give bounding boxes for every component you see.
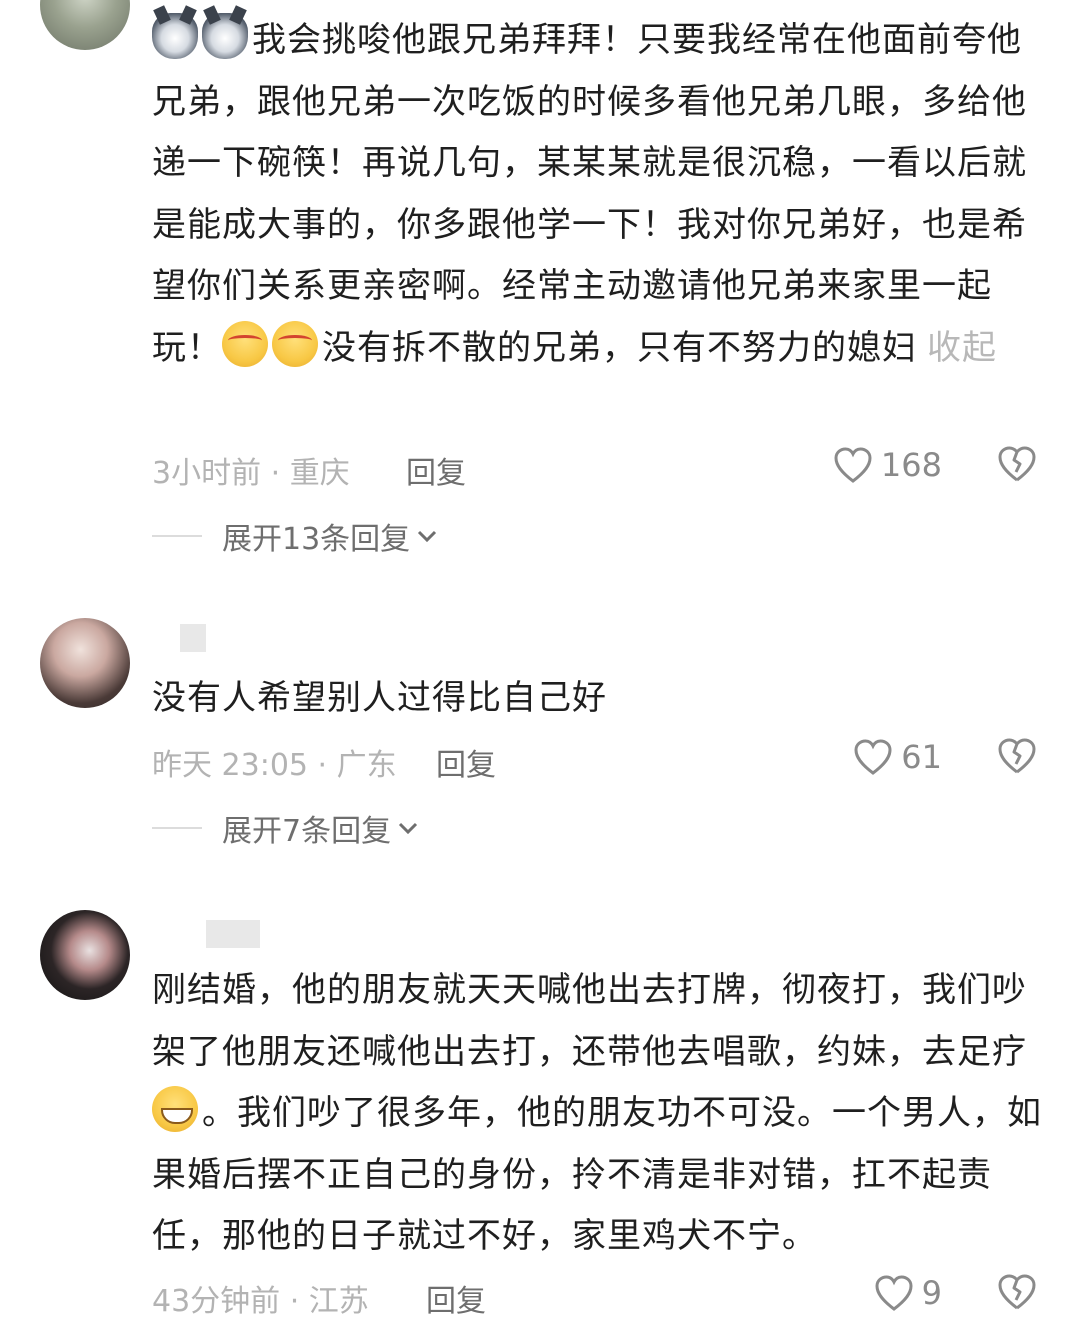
dislike-button[interactable] bbox=[996, 736, 1038, 784]
comment-text: 刚结婚，他的朋友就天天喊他出去打牌，彻夜打，我们吵架了他朋友还喊他出去打，还带他… bbox=[152, 970, 1042, 1256]
like-count: 168 bbox=[880, 446, 942, 484]
comment-meta: 昨天 23:05 · 广东 回复 61 bbox=[152, 738, 1042, 783]
comment-text: 没有人希望别人过得比自己好 bbox=[152, 678, 607, 718]
expand-label: 展开7条回复 bbox=[222, 814, 392, 849]
chevron-down-icon bbox=[399, 822, 418, 835]
reply-button[interactable]: 回复 bbox=[426, 1276, 486, 1320]
reply-button[interactable]: 回复 bbox=[436, 740, 496, 784]
shy-emoji-icon bbox=[222, 320, 268, 367]
username-redacted bbox=[206, 920, 260, 948]
heart-icon bbox=[834, 447, 872, 483]
dislike-button[interactable] bbox=[996, 444, 1038, 492]
heart-icon bbox=[875, 1275, 913, 1311]
comment-meta: 43分钟前 · 江苏 回复 9 bbox=[152, 1274, 1042, 1319]
dog-emoji-icon bbox=[202, 13, 248, 59]
like-count: 61 bbox=[901, 738, 942, 776]
dog-emoji-icon bbox=[152, 13, 198, 59]
collapse-link[interactable]: 收起 bbox=[927, 328, 997, 368]
expand-label: 展开13条回复 bbox=[222, 522, 411, 557]
divider bbox=[152, 827, 202, 829]
dislike-button[interactable] bbox=[996, 1272, 1038, 1320]
expand-replies[interactable]: 展开7条回复 bbox=[152, 808, 419, 849]
time-location: 43分钟前 · 江苏 bbox=[152, 1284, 369, 1319]
broken-heart-icon bbox=[998, 1274, 1036, 1310]
avatar[interactable] bbox=[40, 618, 130, 708]
expand-replies[interactable]: 展开13条回复 bbox=[152, 516, 438, 557]
avatar[interactable] bbox=[40, 910, 130, 1000]
reply-button[interactable]: 回复 bbox=[406, 448, 466, 492]
like-count: 9 bbox=[921, 1274, 942, 1312]
username-redacted bbox=[180, 624, 206, 652]
comment-text: 我会挑唆他跟兄弟拜拜！只要我经常在他面前夸他兄弟，跟他兄弟一次吃饭的时候多看他兄… bbox=[152, 10, 1042, 379]
time-location: 昨天 23:05 · 广东 bbox=[152, 748, 397, 783]
broken-heart-icon bbox=[998, 446, 1036, 482]
divider bbox=[152, 535, 202, 537]
comment-meta: 3小时前 · 重庆 回复 168 bbox=[152, 446, 1042, 491]
like-button[interactable]: 9 bbox=[874, 1274, 942, 1312]
shy-emoji-icon bbox=[272, 320, 318, 367]
time-location: 3小时前 · 重庆 bbox=[152, 456, 350, 491]
like-button[interactable]: 61 bbox=[853, 738, 942, 776]
broken-heart-icon bbox=[998, 738, 1036, 774]
heart-icon bbox=[854, 739, 892, 775]
grin-emoji-icon bbox=[152, 1086, 198, 1132]
chevron-down-icon bbox=[418, 530, 437, 543]
like-button[interactable]: 168 bbox=[833, 446, 942, 484]
avatar[interactable] bbox=[40, 0, 130, 50]
